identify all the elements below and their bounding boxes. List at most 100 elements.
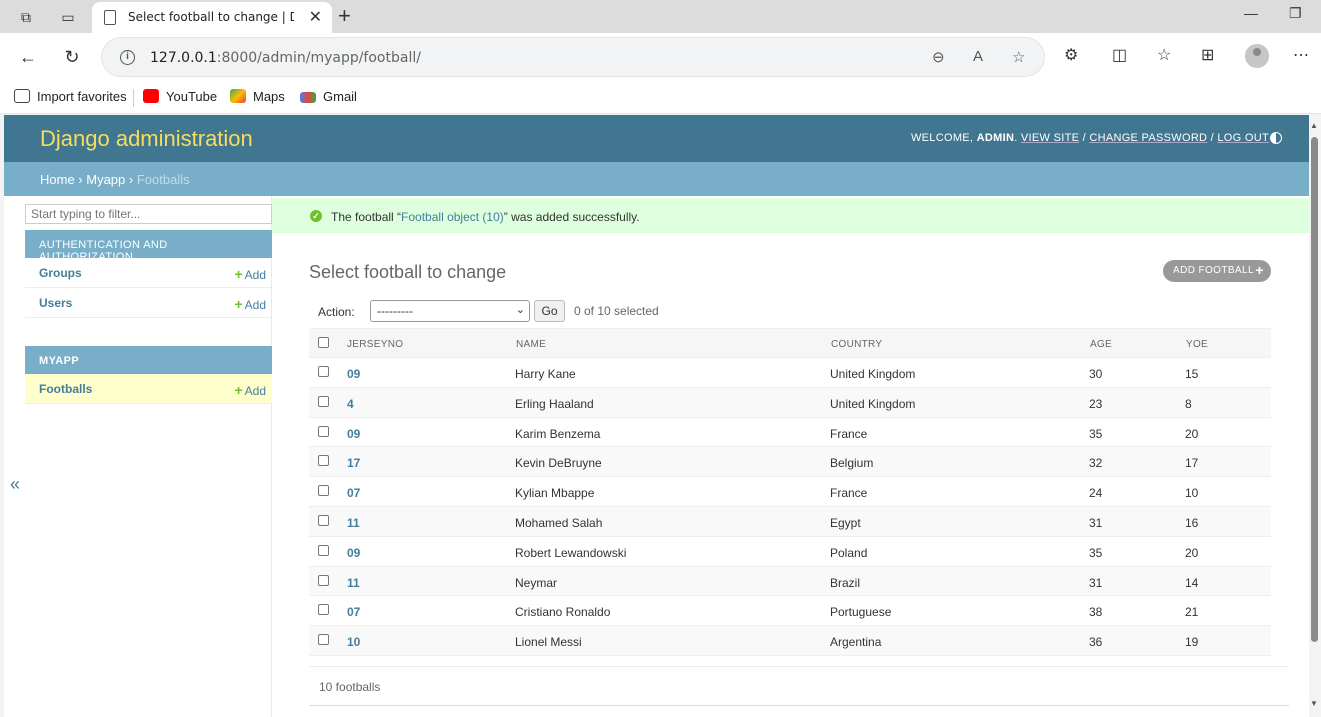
row-checkbox[interactable] bbox=[318, 366, 329, 377]
change-password-link[interactable]: CHANGE PASSWORD bbox=[1089, 132, 1207, 144]
success-message: ✓ The football “Football object (10)” wa… bbox=[272, 198, 1309, 233]
toggle-sidebar-icon[interactable]: « bbox=[10, 474, 20, 495]
more-menu-icon[interactable]: ⋯ bbox=[1293, 45, 1309, 65]
added-object-link[interactable]: Football object (10) bbox=[401, 210, 504, 224]
paginator: 10 footballs bbox=[309, 666, 1289, 706]
row-checkbox[interactable] bbox=[318, 634, 329, 646]
favorites-icon[interactable]: ☆ bbox=[1157, 45, 1171, 65]
breadcrumb-app[interactable]: Myapp bbox=[86, 172, 125, 187]
sidebar-item-label[interactable]: Groups bbox=[39, 266, 82, 280]
add-group-button[interactable]: + Add bbox=[234, 266, 266, 282]
module-auth-caption[interactable]: AUTHENTICATION AND AUTHORIZATION bbox=[25, 230, 272, 263]
row-checkbox[interactable] bbox=[318, 425, 329, 437]
url-text[interactable]: 127.0.0.1:8000/admin/myapp/football/ bbox=[150, 50, 421, 66]
view-site-link[interactable]: VIEW SITE bbox=[1021, 132, 1079, 144]
sidebar-item-footballs[interactable]: Footballs + Add bbox=[25, 374, 272, 404]
yoe-cell: 21 bbox=[1185, 605, 1199, 620]
row-checkbox[interactable] bbox=[318, 455, 329, 467]
site-brand[interactable]: Django administration bbox=[40, 126, 253, 152]
new-tab-icon[interactable]: + bbox=[338, 3, 351, 29]
bookmarks-bar: Import favorites YouTube Maps Gmail bbox=[0, 81, 1321, 114]
yoe-cell: 8 bbox=[1185, 396, 1192, 411]
import-icon bbox=[14, 89, 30, 103]
favorite-star-icon[interactable]: ☆ bbox=[1012, 48, 1025, 66]
country-cell: France bbox=[830, 486, 868, 501]
theme-toggle-icon[interactable] bbox=[1270, 132, 1282, 144]
row-checkbox[interactable] bbox=[318, 544, 329, 556]
jerseyno-link[interactable]: 09 bbox=[347, 367, 360, 381]
jerseyno-link[interactable]: 11 bbox=[347, 576, 360, 590]
column-header-name[interactable]: NAME bbox=[516, 339, 546, 350]
jerseyno-link[interactable]: 10 bbox=[347, 635, 360, 649]
country-cell: Argentina bbox=[830, 635, 882, 650]
row-checkbox[interactable] bbox=[318, 514, 329, 526]
tab-actions-icon[interactable]: ▭ bbox=[58, 7, 78, 27]
row-checkbox[interactable] bbox=[318, 485, 329, 497]
page-icon bbox=[104, 10, 116, 25]
sidebar-item-label[interactable]: Users bbox=[39, 296, 72, 310]
log-out-link[interactable]: LOG OUT bbox=[1217, 132, 1269, 144]
jerseyno-link[interactable]: 07 bbox=[347, 486, 360, 500]
results-table: JERSEYNO NAME COUNTRY AGE YOE 09 Harry Ka… bbox=[309, 328, 1271, 656]
scroll-down-icon[interactable]: ▼ bbox=[1310, 699, 1318, 708]
name-cell: Karim Benzema bbox=[515, 426, 601, 441]
workspaces-icon[interactable]: ⧉ bbox=[16, 7, 36, 27]
table-row: 4 Erling Haaland United Kingdom 23 8 bbox=[309, 387, 1271, 418]
sidebar-item-users[interactable]: Users + Add bbox=[25, 288, 272, 318]
breadcrumb-home[interactable]: Home bbox=[40, 172, 75, 187]
success-message-text: The football “Football object (10)” was … bbox=[331, 210, 640, 224]
module-myapp-caption[interactable]: MYAPP bbox=[25, 346, 272, 374]
table-row: 09 Robert Lewandowski Poland 35 20 bbox=[309, 537, 1271, 567]
split-screen-icon[interactable]: ◫ bbox=[1112, 45, 1127, 65]
jerseyno-link[interactable]: 09 bbox=[347, 427, 360, 441]
name-cell: Lionel Messi bbox=[515, 635, 582, 650]
back-icon[interactable]: ← bbox=[16, 45, 40, 69]
go-button[interactable]: Go bbox=[534, 300, 565, 322]
column-header-age[interactable]: AGE bbox=[1090, 339, 1112, 350]
browser-tab[interactable]: Select football to change | Django ✕ bbox=[92, 2, 332, 33]
close-tab-icon[interactable]: ✕ bbox=[309, 7, 322, 27]
column-header-jerseyno[interactable]: JERSEYNO bbox=[347, 339, 403, 350]
page-scrollbar[interactable]: ▲ ▼ bbox=[1309, 115, 1321, 717]
bookmark-gmail[interactable]: Gmail bbox=[300, 89, 357, 104]
action-select[interactable]: --------- ⌄ bbox=[370, 300, 530, 322]
read-aloud-icon[interactable]: A bbox=[973, 48, 983, 65]
bookmark-maps[interactable]: Maps bbox=[230, 89, 285, 104]
jerseyno-link[interactable]: 17 bbox=[347, 456, 360, 470]
row-checkbox[interactable] bbox=[318, 395, 329, 407]
sidebar-item-groups[interactable]: Groups + Add bbox=[25, 258, 272, 288]
column-header-country[interactable]: COUNTRY bbox=[831, 339, 882, 350]
restore-icon[interactable]: ❐ bbox=[1289, 5, 1302, 22]
address-bar[interactable]: i 127.0.0.1:8000/admin/myapp/football/ ⊖… bbox=[101, 37, 1045, 77]
bookmark-youtube[interactable]: YouTube bbox=[143, 89, 217, 104]
sidebar-item-label[interactable]: Footballs bbox=[39, 382, 92, 396]
add-user-button[interactable]: + Add bbox=[234, 296, 266, 312]
row-checkbox[interactable] bbox=[318, 574, 329, 586]
jerseyno-link[interactable]: 11 bbox=[347, 516, 360, 530]
bookmark-import-favorites[interactable]: Import favorites bbox=[14, 89, 127, 104]
jerseyno-link[interactable]: 4 bbox=[347, 397, 354, 411]
jerseyno-link[interactable]: 07 bbox=[347, 605, 360, 619]
row-checkbox[interactable] bbox=[318, 604, 329, 616]
select-all-checkbox[interactable] bbox=[318, 337, 329, 348]
profile-avatar-icon[interactable] bbox=[1245, 44, 1269, 68]
column-header-yoe[interactable]: YOE bbox=[1186, 339, 1208, 350]
jerseyno-link[interactable]: 09 bbox=[347, 546, 360, 560]
user-tools: WELCOME, ADMIN. VIEW SITE / CHANGE PASSW… bbox=[910, 132, 1269, 144]
extensions-icon[interactable]: ⚙ bbox=[1064, 45, 1078, 65]
chevron-down-icon: ⌄ bbox=[515, 304, 525, 316]
scroll-up-icon[interactable]: ▲ bbox=[1310, 121, 1318, 130]
add-football-button[interactable]: ADD FOOTBALL + bbox=[1163, 260, 1271, 282]
reload-icon[interactable]: ↻ bbox=[60, 45, 84, 69]
selection-counter: 0 of 10 selected bbox=[574, 304, 659, 318]
collections-icon[interactable]: ⊞ bbox=[1201, 45, 1214, 65]
zoom-out-icon[interactable]: ⊖ bbox=[932, 48, 945, 66]
sidebar-filter-input[interactable] bbox=[25, 204, 272, 224]
scrollbar-thumb[interactable] bbox=[1311, 137, 1318, 642]
yoe-cell: 16 bbox=[1185, 515, 1199, 530]
site-info-icon[interactable]: i bbox=[120, 50, 135, 65]
yoe-cell: 10 bbox=[1185, 486, 1199, 501]
welcome-text: WELCOME, bbox=[910, 132, 974, 144]
add-football-sidebar-button[interactable]: + Add bbox=[234, 382, 266, 398]
minimize-icon[interactable]: — bbox=[1244, 5, 1258, 21]
